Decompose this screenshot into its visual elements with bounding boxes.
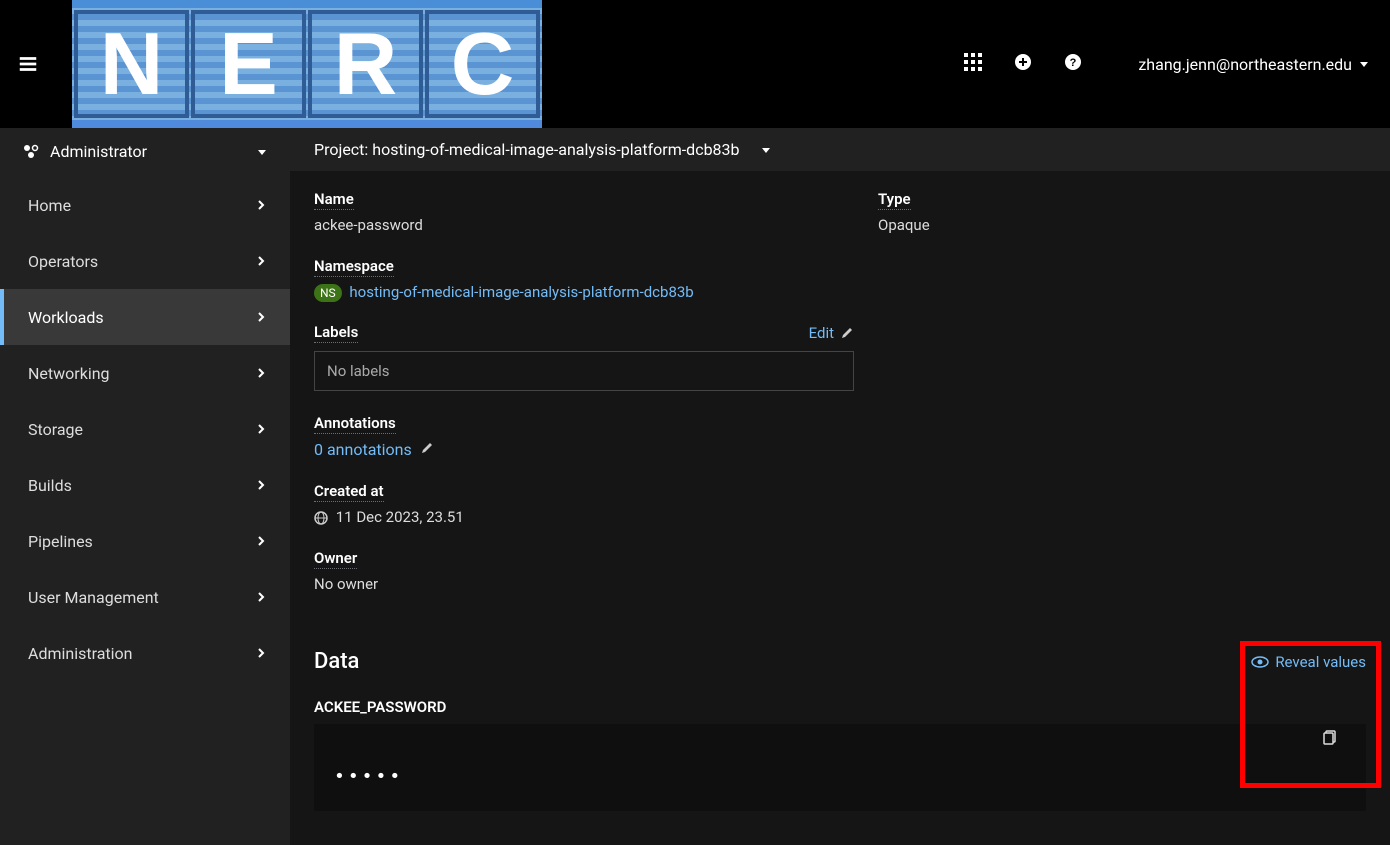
sidebar-item-label: Storage <box>28 420 83 439</box>
globe-icon <box>314 511 328 525</box>
logo-letter: E <box>219 20 278 108</box>
project-selector[interactable]: Project: hosting-of-medical-image-analys… <box>290 128 1390 171</box>
project-prefix: Project: <box>314 140 368 159</box>
secret-value-masked: ••••• <box>314 754 1366 811</box>
field-value-name: ackee-password <box>314 216 854 234</box>
app-launcher-button[interactable] <box>964 53 982 75</box>
logo-letter: R <box>334 20 398 108</box>
field-label-created: Created at <box>314 482 384 502</box>
sidebar-item-label: Home <box>28 196 71 215</box>
reveal-values-label: Reveal values <box>1275 653 1366 671</box>
field-label-owner: Owner <box>314 549 357 569</box>
type-value: Opaque <box>878 216 1366 234</box>
chevron-right-icon <box>256 536 266 546</box>
edit-label: Edit <box>809 324 834 342</box>
sidebar-item-networking[interactable]: Networking <box>0 345 290 401</box>
logo-letter: N <box>100 20 164 108</box>
sidebar-item-builds[interactable]: Builds <box>0 457 290 513</box>
sidebar-item-pipelines[interactable]: Pipelines <box>0 513 290 569</box>
sidebar-item-user-management[interactable]: User Management <box>0 569 290 625</box>
sidebar-item-workloads[interactable]: Workloads <box>0 289 290 345</box>
chevron-right-icon <box>256 368 266 378</box>
gear-icon <box>22 143 40 161</box>
chevron-right-icon <box>256 312 266 322</box>
copy-to-clipboard-button[interactable] <box>1322 729 1338 749</box>
grid-icon <box>964 53 982 71</box>
sidebar-item-label: Administration <box>28 644 133 663</box>
caret-down-icon <box>1358 58 1370 70</box>
question-circle-icon: ? <box>1064 53 1082 71</box>
secret-data-key: ACKEE_PASSWORD <box>314 698 1366 716</box>
field-label-type: Type <box>878 190 911 210</box>
edit-labels-button[interactable]: Edit <box>809 324 854 342</box>
annotations-link[interactable]: 0 annotations <box>314 440 412 459</box>
edit-annotations-button[interactable] <box>420 440 434 459</box>
main-content: Project: hosting-of-medical-image-analys… <box>290 128 1390 845</box>
user-menu[interactable]: zhang.jenn@northeastern.edu <box>1138 55 1370 74</box>
sidebar-item-label: Workloads <box>28 308 104 327</box>
plus-circle-icon <box>1014 53 1032 71</box>
created-value: 11 Dec 2023, 23.51 <box>336 508 464 526</box>
masthead: N E R C ? zhang.jenn@northeastern.edu <box>0 0 1390 128</box>
data-section: Data Reveal values ACKEE_PASSWORD ••••• <box>290 643 1390 835</box>
data-section-title: Data <box>314 649 359 674</box>
perspective-label: Administrator <box>50 142 147 161</box>
pencil-icon <box>420 441 434 455</box>
sidebar-item-operators[interactable]: Operators <box>0 233 290 289</box>
eye-icon <box>1251 653 1269 671</box>
pencil-icon <box>840 326 854 340</box>
field-label-name: Name <box>314 190 354 210</box>
chevron-right-icon <box>256 648 266 658</box>
sidebar-item-label: Operators <box>28 252 98 271</box>
sidebar-item-storage[interactable]: Storage <box>0 401 290 457</box>
sidebar-item-administration[interactable]: Administration <box>0 625 290 681</box>
perspective-switcher[interactable]: Administrator <box>0 128 290 177</box>
user-email: zhang.jenn@northeastern.edu <box>1138 55 1352 74</box>
secret-value-box: ••••• <box>314 724 1366 811</box>
caret-down-icon <box>256 146 268 158</box>
copy-icon <box>1322 729 1338 745</box>
namespace-badge: NS <box>314 284 342 302</box>
sidebar-item-label: Builds <box>28 476 72 495</box>
chevron-right-icon <box>256 424 266 434</box>
hamburger-icon <box>17 53 39 75</box>
chevron-right-icon <box>256 592 266 602</box>
sidebar-item-label: Pipelines <box>28 532 93 551</box>
chevron-right-icon <box>256 200 266 210</box>
logo-letter: C <box>451 20 515 108</box>
labels-box: No labels <box>314 351 854 391</box>
sidebar-item-label: Networking <box>28 364 110 383</box>
quick-create-button[interactable] <box>1014 53 1032 75</box>
field-label-labels: Labels <box>314 323 358 343</box>
chevron-right-icon <box>256 256 266 266</box>
svg-text:?: ? <box>1070 57 1077 69</box>
brand-logo[interactable]: N E R C <box>72 0 542 128</box>
sidebar: Administrator Home Operators Workloads N… <box>0 128 290 845</box>
field-label-namespace: Namespace <box>314 257 394 277</box>
chevron-right-icon <box>256 480 266 490</box>
caret-down-icon <box>760 144 772 156</box>
owner-value: No owner <box>314 575 854 593</box>
field-label-annotations: Annotations <box>314 414 396 434</box>
sidebar-item-home[interactable]: Home <box>0 177 290 233</box>
namespace-link[interactable]: hosting-of-medical-image-analysis-platfo… <box>349 283 693 301</box>
sidebar-item-label: User Management <box>28 588 159 607</box>
hamburger-menu-button[interactable] <box>0 0 56 128</box>
reveal-values-button[interactable]: Reveal values <box>1251 653 1366 671</box>
help-button[interactable]: ? <box>1064 53 1082 75</box>
project-name: hosting-of-medical-image-analysis-platfo… <box>372 140 739 159</box>
